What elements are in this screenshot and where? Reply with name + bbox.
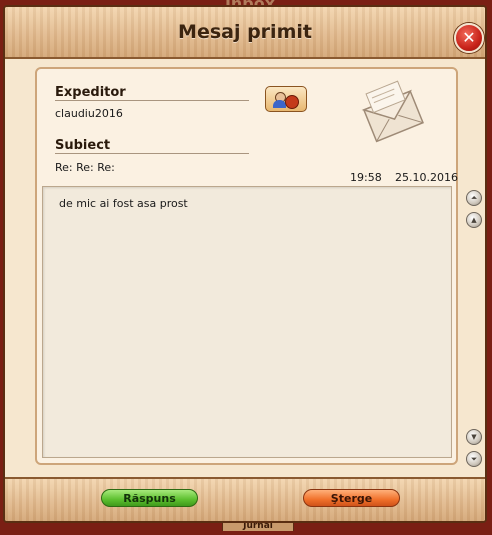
ball-icon bbox=[285, 95, 299, 109]
sender-label: Expeditor bbox=[55, 85, 126, 100]
window-title: Mesaj primit bbox=[178, 21, 312, 43]
scroll-bottom-button[interactable]: ⏷ bbox=[466, 451, 482, 467]
scroll-up-button[interactable]: ▲ bbox=[466, 212, 482, 228]
delete-button[interactable]: Şterge bbox=[303, 489, 400, 507]
subject-label: Subiect bbox=[55, 138, 111, 153]
message-window: Mesaj primit ✕ Expeditor claudiu2016 Sub… bbox=[3, 5, 487, 523]
message-body-text: de mic ai fost asa prost bbox=[59, 197, 188, 210]
sender-value[interactable]: claudiu2016 bbox=[55, 107, 123, 120]
contact-sender-button[interactable] bbox=[265, 86, 307, 112]
message-date: 25.10.2016 bbox=[395, 171, 458, 184]
subject-label-divider bbox=[55, 153, 249, 154]
message-body[interactable]: de mic ai fost asa prost bbox=[42, 186, 452, 458]
envelope-icon bbox=[361, 80, 424, 143]
subject-value: Re: Re: Re: bbox=[55, 161, 115, 174]
scroll-top-button[interactable]: ⏶ bbox=[466, 190, 482, 206]
window-titlebar: Mesaj primit ✕ bbox=[5, 7, 485, 59]
message-panel: Expeditor claudiu2016 Subiect Re: Re: Re… bbox=[35, 67, 458, 465]
message-time: 19:58 bbox=[350, 171, 382, 184]
window-footer: Răspuns Şterge bbox=[5, 477, 485, 521]
reply-button[interactable]: Răspuns bbox=[101, 489, 198, 507]
close-button[interactable]: ✕ bbox=[454, 23, 484, 53]
scroll-down-button[interactable]: ▼ bbox=[466, 429, 482, 445]
sender-label-divider bbox=[55, 100, 249, 101]
